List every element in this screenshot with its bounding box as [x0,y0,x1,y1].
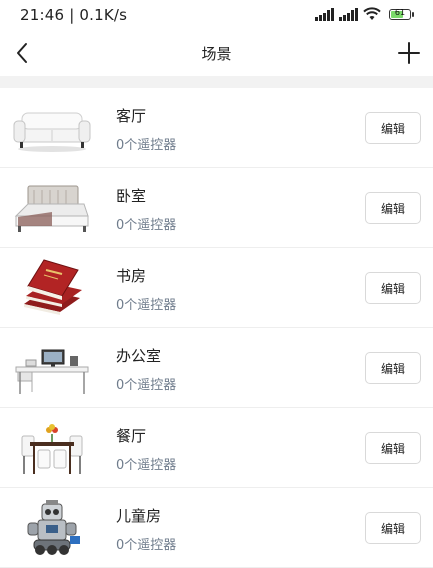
bed-icon [14,185,89,232]
scene-name: 卧室 [116,187,147,205]
status-icons: 61 [315,7,414,21]
scene-name: 办公室 [116,347,162,365]
remote-count: 0个遥控器 [116,378,177,393]
cellular-signal-icon [339,7,358,21]
list-item[interactable]: 餐厅 0个遥控器 编辑 [0,408,433,488]
remote-count: 0个遥控器 [116,538,177,553]
list-item[interactable]: 儿童房 0个遥控器 编辑 [0,488,433,568]
list-item[interactable]: 办公室 0个遥控器 编辑 [0,328,433,408]
scene-list: 客厅 0个遥控器 编辑 卧室 0个遥控器 编辑 书房 0个遥控器 编辑 办公室 … [0,88,433,568]
list-item[interactable]: 书房 0个遥控器 编辑 [0,248,433,328]
dining-table-icon [21,424,83,474]
scene-name: 书房 [116,267,147,285]
edit-button[interactable]: 编辑 [365,352,421,384]
battery-icon: 61 [389,7,414,20]
edit-button[interactable]: 编辑 [365,112,421,144]
sofa-icon [13,112,91,152]
desk-icon [15,349,89,394]
scene-name: 儿童房 [116,507,162,525]
edit-button[interactable]: 编辑 [365,432,421,464]
scene-name: 餐厅 [116,427,147,445]
status-bar: 21:46 | 0.1K/s 61 [0,0,433,30]
edit-button[interactable]: 编辑 [365,192,421,224]
nav-bar: 场景 [0,30,433,76]
remote-count: 0个遥控器 [116,138,177,153]
plus-icon [398,42,420,64]
cellular-signal-icon [315,7,334,21]
wifi-icon [363,7,381,20]
page-title: 场景 [201,45,232,63]
edit-button[interactable]: 编辑 [365,272,421,304]
list-item[interactable]: 卧室 0个遥控器 编辑 [0,168,433,248]
robot-toy-icon [27,500,80,555]
battery-percent: 61 [394,7,406,17]
add-scene-button[interactable] [395,39,423,67]
list-item[interactable]: 客厅 0个遥控器 编辑 [0,88,433,168]
status-time: 21:46 | 0.1K/s [20,6,128,24]
section-divider [0,76,433,88]
remote-count: 0个遥控器 [116,458,177,473]
remote-count: 0个遥控器 [116,298,177,313]
remote-count: 0个遥控器 [116,218,177,233]
edit-button[interactable]: 编辑 [365,512,421,544]
scene-name: 客厅 [116,107,147,125]
books-icon [24,259,82,315]
